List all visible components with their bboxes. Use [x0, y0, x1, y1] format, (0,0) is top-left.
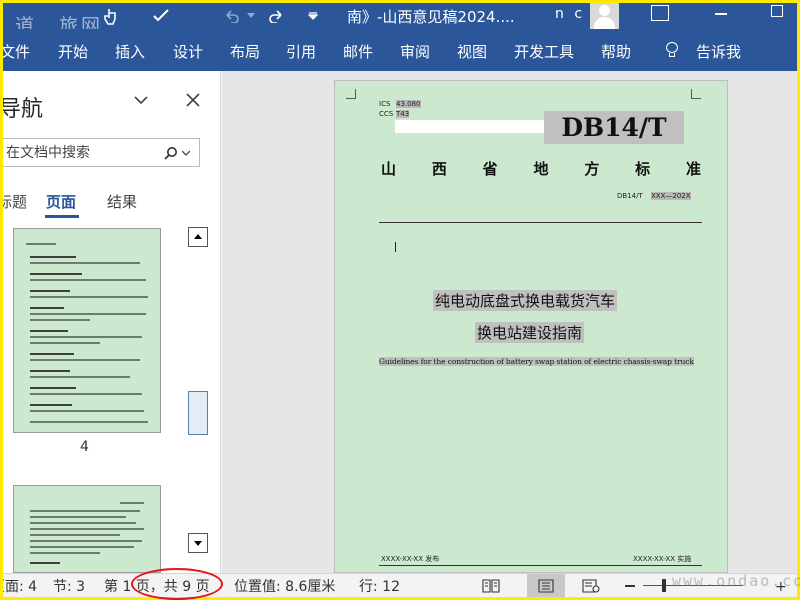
lightbulb-icon[interactable] — [666, 42, 678, 57]
active-tab-indicator — [45, 215, 79, 218]
chevron-down-icon[interactable] — [134, 93, 148, 107]
document-title-cn-line1[interactable]: 纯电动底盘式换电载货汽车 — [433, 290, 618, 311]
standard-number-prefix: DB14/T — [617, 192, 643, 200]
minimize-icon[interactable] — [715, 13, 727, 15]
tab-developer[interactable]: 开发工具 — [514, 41, 574, 62]
scroll-thumb[interactable] — [188, 391, 208, 435]
ccs-value[interactable]: T43 — [396, 110, 410, 118]
tab-references[interactable]: 引用 — [286, 41, 316, 62]
tell-me-box[interactable]: 告诉我 — [696, 41, 741, 62]
maximize-icon[interactable] — [771, 5, 783, 17]
ics-value[interactable]: 43.080 — [396, 100, 421, 108]
status-position[interactable]: 位置值: 8.6厘米 — [234, 576, 335, 596]
province-standard-title: 山 西 省 地 方 标 准 — [381, 160, 701, 178]
search-box[interactable] — [3, 138, 200, 167]
close-icon[interactable] — [186, 93, 200, 107]
navigation-pane-title: 导航 — [3, 97, 44, 122]
tab-view[interactable]: 视图 — [457, 41, 487, 62]
implement-date: XXXX-XX-XX 实施 — [633, 555, 692, 563]
customize-quick-access-icon[interactable] — [301, 3, 325, 29]
standard-number-value[interactable]: XXX—202X — [651, 192, 691, 200]
web-layout-icon[interactable] — [577, 574, 605, 597]
spelling-check-icon[interactable] — [149, 3, 173, 29]
ribbon-display-options-icon[interactable] — [651, 5, 669, 21]
ribbon-tabs: 文件 开始 插入 设计 布局 引用 邮件 审阅 视图 开发工具 帮助 告诉我 — [3, 29, 797, 71]
print-layout-icon[interactable] — [527, 574, 565, 597]
title-bar: 道 旅网 南》-山西意见稿2024.... n c — [3, 3, 797, 37]
tab-layout[interactable]: 布局 — [230, 41, 260, 62]
search-input[interactable] — [6, 143, 156, 162]
tab-pages[interactable]: 页面 — [46, 191, 76, 212]
zoom-out-button[interactable] — [625, 585, 635, 587]
read-mode-icon[interactable] — [477, 574, 505, 597]
watermark-site-text: www.ondao.com — [672, 572, 800, 590]
tab-insert[interactable]: 插入 — [115, 41, 145, 62]
thumbnail-scrollbar[interactable] — [188, 227, 208, 553]
divider — [379, 222, 702, 223]
standard-code[interactable]: DB14/T — [544, 111, 684, 144]
avatar[interactable] — [590, 3, 619, 29]
navigation-pane: 导航 标题 页面 结果 — [3, 71, 221, 573]
document-title-cn-line2[interactable]: 换电站建设指南 — [475, 322, 585, 343]
scroll-down-button[interactable] — [188, 533, 208, 553]
tab-review[interactable]: 审阅 — [400, 41, 430, 62]
redo-icon[interactable] — [265, 3, 289, 29]
tab-home[interactable]: 开始 — [58, 41, 88, 62]
publish-date: XXXX-XX-XX 发布 — [381, 555, 440, 563]
word-window: 道 旅网 南》-山西意见稿2024.... n c 文件 开始 插入 设计 布局 — [3, 3, 797, 597]
undo-dropdown-icon[interactable] — [239, 3, 263, 29]
document-title: 南》-山西意见稿2024.... — [347, 8, 515, 26]
status-section[interactable]: 节: 3 — [53, 576, 85, 596]
scroll-up-button[interactable] — [188, 227, 208, 247]
chevron-down-icon[interactable] — [182, 149, 190, 157]
page-thumbnail-4[interactable] — [13, 228, 161, 433]
crop-mark — [691, 89, 701, 99]
status-line[interactable]: 行: 12 — [359, 576, 400, 596]
tab-results[interactable]: 结果 — [107, 191, 137, 212]
tab-headings[interactable]: 标题 — [3, 191, 27, 212]
document-title-en[interactable]: Guidelines for the construction of batte… — [379, 357, 694, 366]
tab-mailings[interactable]: 邮件 — [343, 41, 373, 62]
thumbnail-page-number: 4 — [80, 439, 89, 455]
status-page[interactable]: 页面: 4 — [3, 576, 37, 596]
search-icon[interactable] — [164, 146, 178, 160]
tab-file[interactable]: 文件 — [3, 41, 30, 62]
divider — [379, 565, 702, 566]
document-area[interactable]: ICS 43.080 CCS T43 DB14/T 山 西 省 地 方 标 准 … — [222, 71, 797, 573]
tab-design[interactable]: 设计 — [173, 41, 203, 62]
crop-mark — [346, 89, 356, 99]
touch-mode-icon[interactable] — [99, 3, 123, 29]
annotation-ellipse — [131, 568, 223, 600]
text-cursor — [395, 242, 396, 252]
page-thumbnail-5[interactable] — [13, 485, 161, 573]
ics-label: ICS — [379, 100, 391, 108]
zoom-slider-thumb[interactable] — [662, 579, 666, 592]
tab-help[interactable]: 帮助 — [601, 41, 631, 62]
ccs-label: CCS — [379, 110, 394, 118]
text-field-placeholder[interactable] — [395, 120, 545, 133]
user-initials[interactable]: n c — [555, 6, 585, 22]
document-page[interactable]: ICS 43.080 CCS T43 DB14/T 山 西 省 地 方 标 准 … — [334, 80, 728, 573]
